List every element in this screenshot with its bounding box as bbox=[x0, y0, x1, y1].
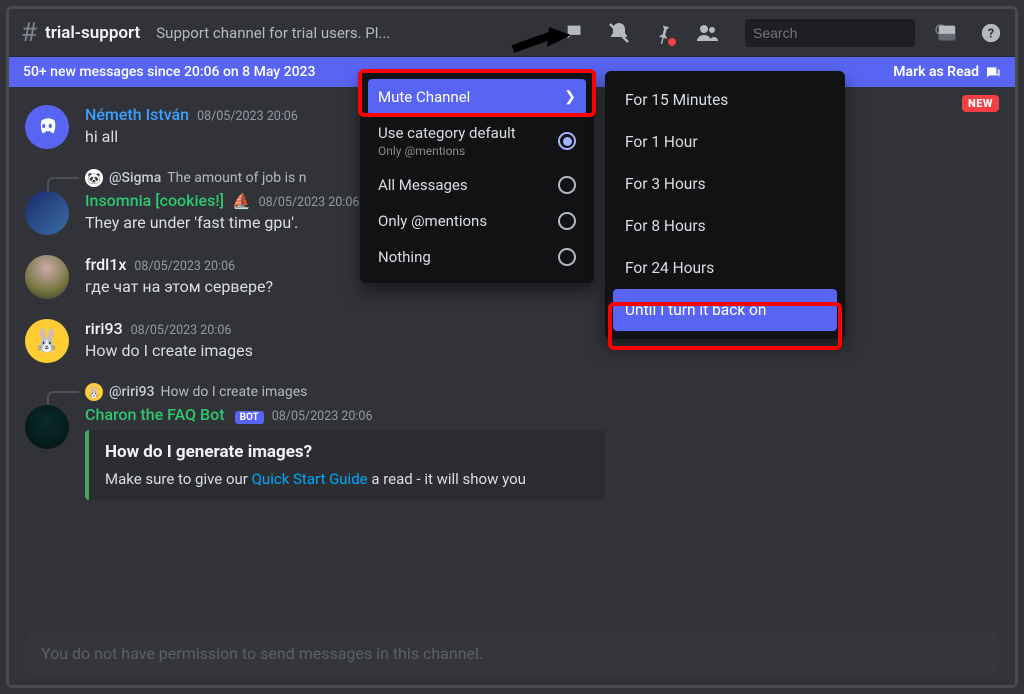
avatar[interactable] bbox=[25, 191, 69, 235]
embed-description: Make sure to give our Quick Start Guide … bbox=[105, 470, 589, 488]
inbox-icon[interactable] bbox=[935, 21, 959, 45]
mark-read-icon bbox=[985, 64, 1001, 80]
mute-duration-option[interactable]: For 3 Hours bbox=[613, 163, 837, 205]
mute-duration-option[interactable]: For 8 Hours bbox=[613, 205, 837, 247]
message-timestamp: 08/05/2023 20:06 bbox=[134, 259, 235, 274]
reply-preview: The amount of job is n bbox=[167, 170, 306, 186]
search-box[interactable] bbox=[745, 19, 915, 47]
mute-duration-option[interactable]: For 24 Hours bbox=[613, 247, 837, 289]
search-input[interactable] bbox=[753, 25, 934, 41]
chevron-right-icon: ❯ bbox=[564, 89, 576, 105]
message: 🐰 riri93 08/05/2023 20:06 How do I creat… bbox=[25, 319, 999, 363]
message-group: 🐰 @riri93 How do I create images Charon … bbox=[25, 383, 999, 500]
message-username[interactable]: Németh István bbox=[85, 105, 189, 124]
mute-duration-option[interactable]: Until I turn it back on bbox=[613, 289, 837, 331]
message-embed: How do I generate images? Make sure to g… bbox=[85, 430, 605, 500]
message-text: How do I create images bbox=[85, 340, 999, 362]
message-timestamp: 08/05/2023 20:06 bbox=[131, 323, 232, 338]
radio-selected-icon bbox=[558, 132, 576, 150]
help-icon[interactable]: ? bbox=[979, 21, 1003, 45]
notifications-muted-icon[interactable] bbox=[607, 21, 631, 45]
radio-icon bbox=[558, 212, 576, 230]
reply-username: @Sigma bbox=[109, 170, 161, 186]
message-timestamp: 08/05/2023 20:06 bbox=[197, 109, 298, 124]
reply-avatar-icon: 🐼 bbox=[85, 169, 103, 187]
channel-header: # trial-support Support channel for tria… bbox=[9, 9, 1015, 57]
mute-duration-menu: For 15 Minutes For 1 Hour For 3 Hours Fo… bbox=[605, 71, 845, 339]
channel-name: trial-support bbox=[45, 23, 140, 43]
embed-title: How do I generate images? bbox=[105, 442, 589, 462]
notification-option[interactable]: Only @mentions bbox=[368, 203, 586, 239]
mute-duration-option[interactable]: For 1 Hour bbox=[613, 121, 837, 163]
avatar[interactable]: 🐰 bbox=[25, 319, 69, 363]
embed-link[interactable]: Quick Start Guide bbox=[252, 470, 368, 488]
notification-option[interactable]: Use category default Only @mentions bbox=[368, 115, 586, 167]
sailboat-icon: ⛵ bbox=[232, 192, 251, 210]
hash-icon: # bbox=[21, 18, 37, 48]
new-messages-text: 50+ new messages since 20:06 on 8 May 20… bbox=[23, 64, 315, 80]
notification-settings-menu: Mute Channel ❯ Use category default Only… bbox=[360, 71, 594, 283]
threads-icon[interactable] bbox=[563, 21, 587, 45]
svg-text:?: ? bbox=[988, 26, 994, 41]
reply-reference[interactable]: 🐰 @riri93 How do I create images bbox=[85, 383, 999, 401]
mute-duration-option[interactable]: For 15 Minutes bbox=[613, 79, 837, 121]
reply-avatar-icon: 🐰 bbox=[85, 383, 103, 401]
avatar[interactable] bbox=[25, 105, 69, 149]
pinned-messages-icon[interactable] bbox=[651, 21, 675, 45]
avatar[interactable] bbox=[25, 405, 69, 449]
reply-username: @riri93 bbox=[109, 384, 155, 400]
radio-icon bbox=[558, 176, 576, 194]
message-username[interactable]: riri93 bbox=[85, 319, 123, 338]
message-username[interactable]: Insomnia [cookies!] bbox=[85, 191, 224, 210]
message-timestamp: 08/05/2023 20:06 bbox=[259, 195, 360, 210]
member-list-icon[interactable] bbox=[695, 21, 719, 45]
avatar[interactable] bbox=[25, 255, 69, 299]
radio-icon bbox=[558, 248, 576, 266]
notification-option[interactable]: Nothing bbox=[368, 239, 586, 275]
reply-preview: How do I create images bbox=[161, 384, 308, 400]
message-timestamp: 08/05/2023 20:06 bbox=[272, 409, 373, 424]
mark-as-read-button[interactable]: Mark as Read bbox=[893, 64, 1001, 80]
channel-topic[interactable]: Support channel for trial users. Pl... bbox=[156, 24, 390, 42]
message-input-disabled: You do not have permission to send messa… bbox=[25, 632, 999, 675]
bot-tag: BOT bbox=[235, 411, 264, 424]
message-username[interactable]: Charon the FAQ Bot bbox=[85, 405, 225, 424]
notification-option[interactable]: All Messages bbox=[368, 167, 586, 203]
message-username[interactable]: frdl1x bbox=[85, 255, 126, 274]
mute-channel-menu-item[interactable]: Mute Channel ❯ bbox=[368, 79, 586, 115]
